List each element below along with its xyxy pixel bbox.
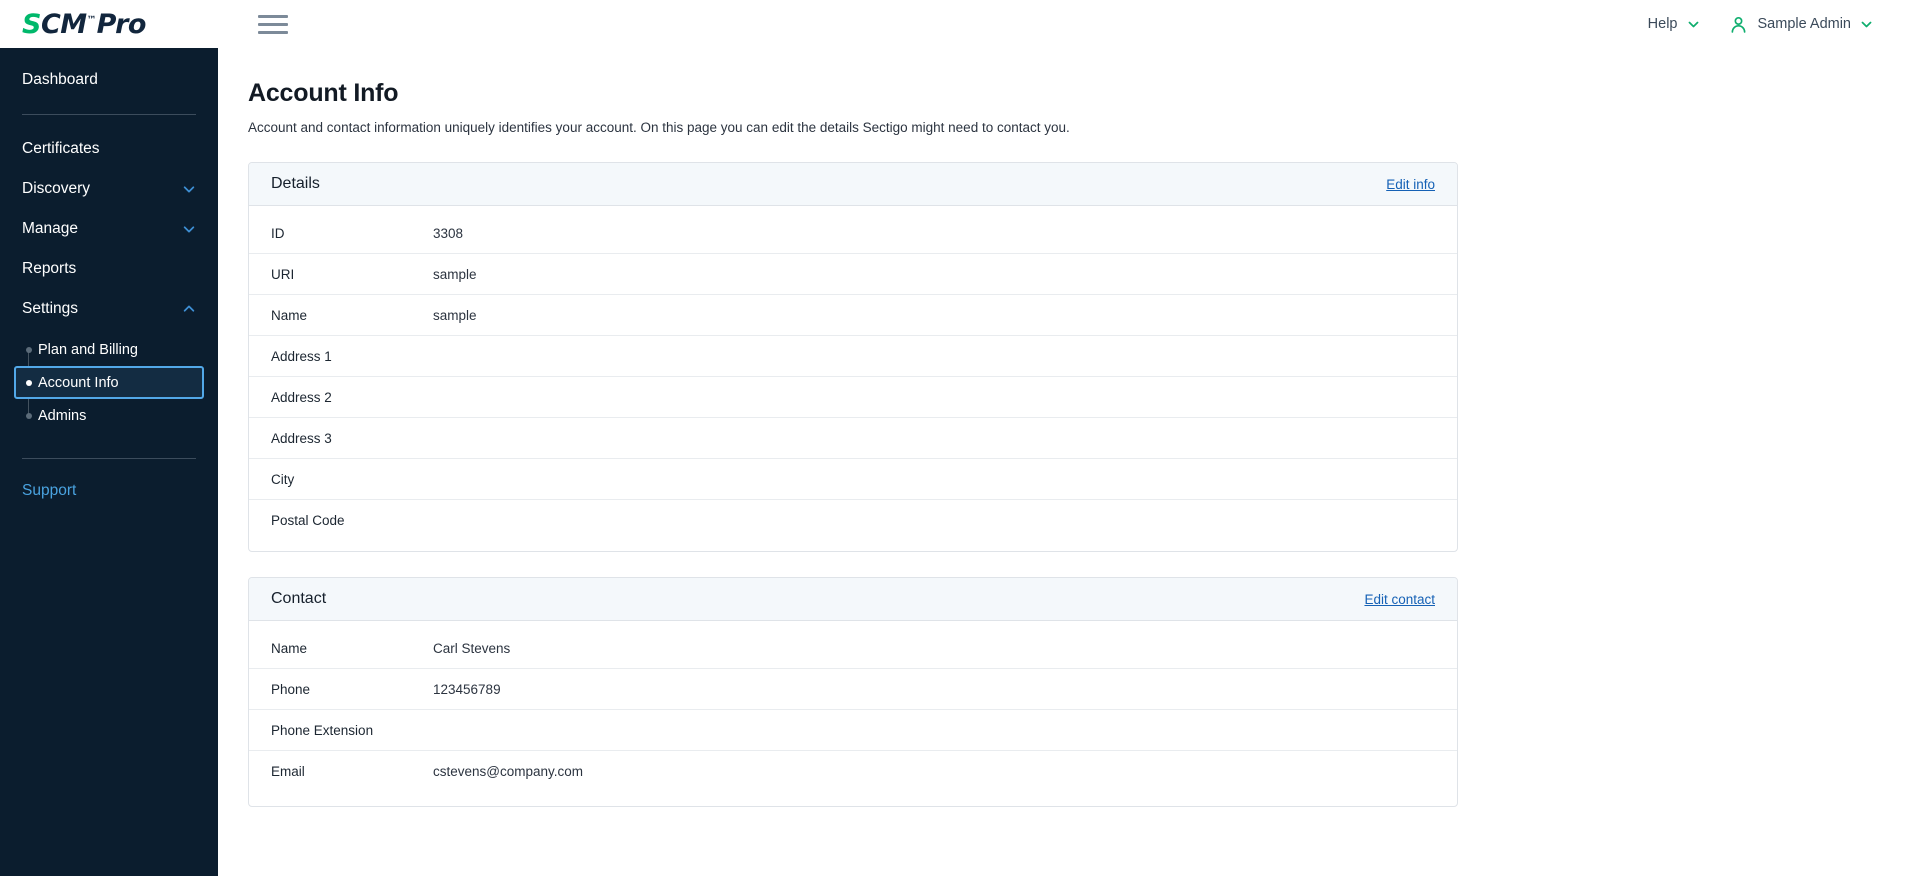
edit-contact-link[interactable]: Edit contact	[1364, 592, 1435, 607]
sidebar-item-dashboard[interactable]: Dashboard	[0, 60, 218, 100]
sidebar-item-manage[interactable]: Manage	[0, 209, 218, 249]
page-title: Account Info	[248, 79, 399, 107]
top-bar-right: Help Sample Admin	[1634, 0, 1917, 48]
row-value: sample	[433, 307, 477, 323]
sidebar-main-group: Certificates Discovery Manage Reports Se…	[0, 129, 218, 432]
brand-logo[interactable]: SCM™Pro	[0, 0, 218, 48]
tree-node-dot-icon	[26, 379, 32, 386]
details-card-header: Details Edit info	[249, 163, 1457, 207]
table-row: Email cstevens@company.com	[249, 751, 1457, 792]
sidebar-item-label: Reports	[22, 260, 77, 277]
brand-logo-pro: Pro	[96, 8, 147, 40]
brand-logo-tm: ™	[86, 14, 97, 26]
tree-node-dot-icon	[26, 346, 32, 353]
table-row: ID 3308	[249, 213, 1457, 255]
row-label: Address 1	[271, 348, 332, 364]
table-row: Postal Code	[249, 500, 1457, 541]
row-value: cstevens@company.com	[433, 764, 584, 780]
table-row: URI sample	[249, 254, 1457, 296]
hamburger-line-1	[258, 14, 288, 18]
contact-card-header: Contact Edit contact	[249, 578, 1457, 622]
details-card-title: Details	[271, 175, 320, 193]
row-label: Name	[271, 307, 308, 323]
chevron-down-icon	[1687, 18, 1700, 31]
table-row: City	[249, 459, 1457, 501]
hamburger-line-3	[258, 30, 288, 34]
hamburger-icon[interactable]	[258, 12, 288, 36]
table-row: Address 3	[249, 418, 1457, 460]
chevron-up-icon	[182, 302, 196, 316]
table-row: Phone 123456789	[249, 669, 1457, 711]
brand-logo-text: SCM™Pro	[22, 11, 146, 38]
row-label: Email	[271, 764, 305, 780]
sidebar-item-support[interactable]: Support	[0, 471, 218, 511]
row-label: Postal Code	[271, 513, 345, 529]
user-menu[interactable]: Sample Admin	[1714, 0, 1888, 48]
table-row: Phone Extension	[249, 710, 1457, 752]
sidebar-item-reports[interactable]: Reports	[0, 249, 218, 289]
details-card: Details Edit info ID 3308 URI sample Nam…	[248, 162, 1458, 553]
sidebar: Dashboard Certificates Discovery Manage	[0, 0, 218, 876]
row-label: City	[271, 471, 295, 487]
contact-card: Contact Edit contact Name Carl Stevens P…	[248, 577, 1458, 808]
table-row: Address 2	[249, 377, 1457, 419]
chevron-down-icon	[1860, 18, 1873, 31]
table-row: Address 1	[249, 336, 1457, 378]
sidebar-item-label: Certificates	[22, 140, 100, 157]
page-description: Account and contact information uniquely…	[248, 120, 1070, 135]
sidebar-item-label: Settings	[22, 300, 79, 317]
sidebar-item-label: Admins	[38, 407, 87, 424]
edit-info-link[interactable]: Edit info	[1386, 177, 1435, 192]
help-label: Help	[1647, 16, 1678, 32]
row-label: ID	[271, 225, 285, 241]
chevron-down-icon	[182, 182, 196, 196]
sidebar-item-label: Dashboard	[22, 71, 98, 88]
table-row: Name sample	[249, 295, 1457, 337]
sidebar-item-account-info[interactable]: Account Info	[14, 366, 204, 399]
sidebar-item-certificates[interactable]: Certificates	[0, 129, 218, 169]
help-menu[interactable]: Help	[1634, 0, 1714, 48]
sidebar-settings-submenu: Plan and Billing Account Info Admins	[0, 333, 218, 432]
row-label: URI	[271, 266, 295, 282]
person-icon	[1728, 14, 1749, 35]
row-value: sample	[433, 266, 477, 282]
main-content: Account Info Account and contact informa…	[218, 48, 1917, 876]
sidebar-item-label: Support	[22, 482, 77, 499]
row-label: Name	[271, 640, 308, 656]
row-value: Carl Stevens	[433, 640, 511, 656]
row-label: Phone Extension	[271, 722, 374, 738]
sidebar-item-label: Manage	[22, 220, 79, 237]
row-label: Phone	[271, 681, 311, 697]
app-root: SCM™Pro Help Sample Admin Dashboard Cert…	[0, 0, 1917, 876]
contact-card-body: Name Carl Stevens Phone 123456789 Phone …	[249, 621, 1457, 806]
sidebar-item-plan-and-billing[interactable]: Plan and Billing	[14, 333, 204, 366]
row-label: Address 3	[271, 430, 332, 446]
sidebar-divider-support	[22, 458, 196, 459]
user-name-label: Sample Admin	[1757, 16, 1852, 32]
chevron-down-icon	[182, 222, 196, 236]
tree-node-dot-icon	[26, 412, 32, 419]
row-label: Address 2	[271, 389, 332, 405]
sidebar-item-label: Plan and Billing	[38, 341, 138, 358]
row-value: 123456789	[433, 681, 501, 697]
hamburger-line-2	[258, 22, 288, 26]
details-card-body: ID 3308 URI sample Name sample Address 1…	[249, 206, 1457, 551]
sidebar-item-label: Discovery	[22, 180, 91, 197]
table-row: Name Carl Stevens	[249, 628, 1457, 670]
contact-card-title: Contact	[271, 590, 327, 608]
brand-logo-s: S	[22, 8, 41, 40]
sidebar-divider-top	[22, 114, 196, 115]
brand-logo-cm: CM	[40, 8, 87, 40]
sidebar-item-label: Account Info	[38, 374, 119, 391]
sidebar-item-discovery[interactable]: Discovery	[0, 169, 218, 209]
row-value: 3308	[433, 225, 464, 241]
sidebar-item-settings[interactable]: Settings	[0, 289, 218, 329]
top-bar: SCM™Pro Help Sample Admin	[0, 0, 1917, 48]
sidebar-item-admins[interactable]: Admins	[14, 399, 204, 432]
